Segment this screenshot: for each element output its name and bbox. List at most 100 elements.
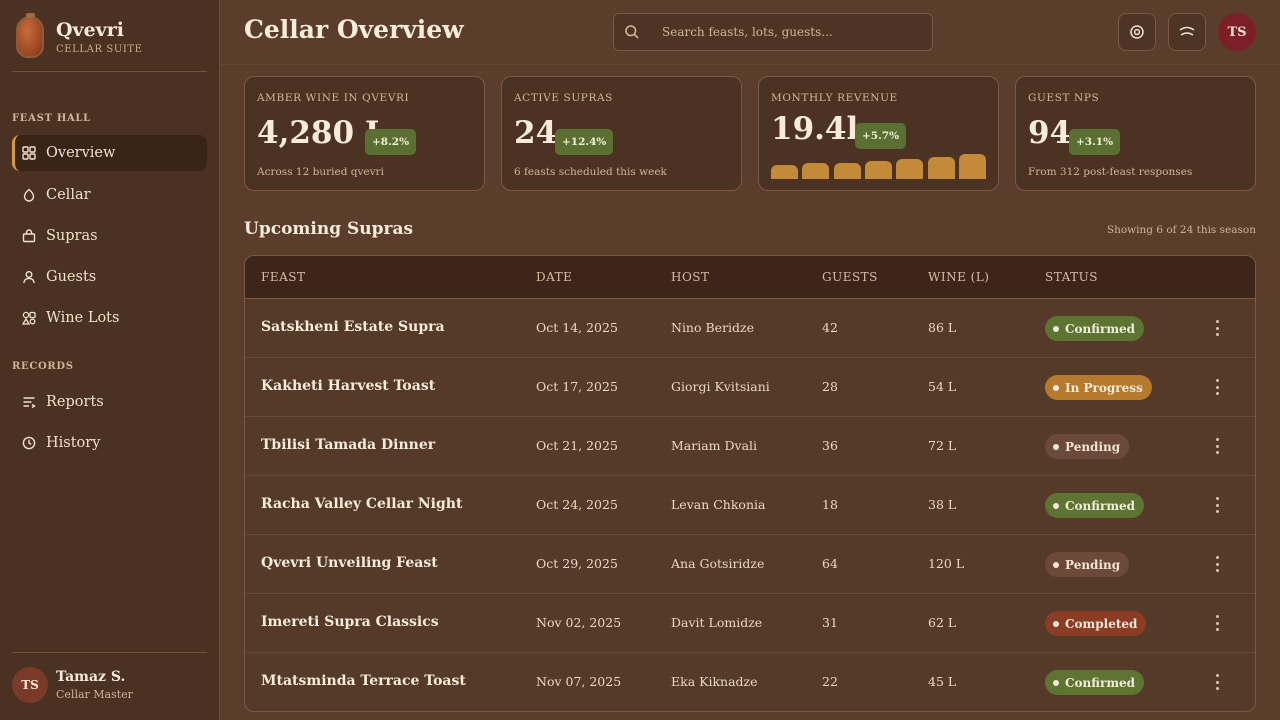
column-header-status[interactable]: STATUS [1045, 270, 1098, 284]
status-dot-icon [1053, 620, 1059, 627]
status-badge: Completed [1045, 611, 1147, 636]
table-row[interactable]: Mtatsminda Terrace Toast Nov 07, 2025 Eka … [245, 653, 1255, 711]
sidebar-item-reports[interactable]: Reports [12, 384, 207, 420]
avatar: TS [12, 667, 48, 703]
status-badge: In Progress [1045, 375, 1152, 400]
more-options-icon[interactable] [1212, 615, 1222, 631]
stat-label: ACTIVE SUPRAS [514, 92, 613, 104]
table-row[interactable]: Satskheni Estate Supra Oct 14, 2025 Nino B… [245, 299, 1255, 358]
clock-icon [22, 436, 36, 450]
more-options-icon[interactable] [1212, 556, 1222, 572]
status-label: Pending [1065, 557, 1121, 572]
sidebar-item-wine-lots[interactable]: Wine Lots [12, 300, 207, 336]
stat-note: Across 12 buried qvevri [257, 166, 384, 178]
table-row[interactable]: Imereti Supra Classics Nov 02, 2025 Davit … [245, 594, 1255, 653]
table-row[interactable]: Kakheti Harvest Toast Oct 17, 2025 Giorgi … [245, 358, 1255, 417]
stat-value: 24 [514, 115, 558, 151]
more-options-icon[interactable] [1212, 320, 1222, 336]
host-cell: Levan Chkonia [671, 497, 766, 512]
more-options-icon[interactable] [1212, 379, 1222, 395]
user-role: Cellar Master [56, 688, 133, 701]
sidebar-item-label: History [46, 435, 101, 451]
sidebar-item-cellar[interactable]: Cellar [12, 177, 207, 213]
guests-cell: 31 [822, 615, 838, 630]
sidebar-item-label: Overview [46, 145, 116, 161]
host-cell: Ana Gotsiridze [671, 556, 765, 571]
sidebar-item-label: Cellar [46, 187, 91, 203]
delta-badge: +5.7% [855, 123, 907, 149]
stat-card-active-supras[interactable]: ACTIVE SUPRAS 24 +12.4% 6 feasts schedul… [501, 76, 742, 191]
column-header-feast[interactable]: FEAST [261, 270, 305, 284]
more-options-icon[interactable] [1212, 438, 1222, 454]
date-cell: Nov 02, 2025 [536, 615, 622, 630]
table-row[interactable]: Racha Valley Cellar Night Oct 24, 2025 Lev… [245, 476, 1255, 535]
search-input[interactable] [662, 25, 912, 39]
qvevri-logo-icon [16, 13, 44, 58]
status-label: Confirmed [1065, 675, 1136, 690]
delta-badge: +3.1% [1069, 129, 1121, 155]
table-header: FEAST DATE HOST GUESTS WINE (L) STATUS [245, 256, 1255, 299]
user-profile[interactable]: TS Tamaz S. Cellar Master [12, 667, 133, 703]
sidebar-item-history[interactable]: History [12, 425, 207, 461]
table-row[interactable]: Qvevri Unveiling Feast Oct 29, 2025 Ana Go… [245, 535, 1255, 594]
delta-badge: +12.4% [555, 129, 614, 155]
status-label: Confirmed [1065, 321, 1136, 336]
notifications-button[interactable] [1168, 13, 1206, 51]
stat-card-monthly-revenue[interactable]: MONTHLY REVENUE 19.4k +5.7% [758, 76, 999, 191]
stat-note: 6 feasts scheduled this week [514, 166, 667, 178]
table-body: Satskheni Estate Supra Oct 14, 2025 Nino B… [245, 299, 1255, 711]
list-icon [22, 395, 36, 409]
sidebar-item-label: Reports [46, 394, 104, 410]
status-dot-icon [1053, 502, 1059, 509]
sidebar-item-label: Guests [46, 269, 97, 285]
search-bar[interactable] [613, 13, 933, 51]
column-header-guests[interactable]: GUESTS [822, 270, 878, 284]
divider [220, 64, 1280, 65]
host-cell: Eka Kiknadze [671, 674, 758, 689]
wave-icon [1179, 26, 1195, 36]
guests-cell: 42 [822, 320, 838, 335]
drop-icon [22, 188, 36, 202]
section-meta: Showing 6 of 24 this season [1106, 224, 1256, 236]
bag-icon [22, 229, 36, 243]
guests-cell: 36 [822, 438, 838, 453]
status-dot-icon [1053, 384, 1059, 391]
more-options-icon[interactable] [1212, 497, 1222, 513]
column-header-host[interactable]: HOST [671, 270, 710, 284]
avatar[interactable]: TS [1218, 13, 1256, 51]
trend-bar [927, 157, 955, 179]
nav-section-records: RECORDS [12, 361, 74, 372]
sidebar-item-overview[interactable]: Overview [12, 135, 207, 171]
status-badge: Pending [1045, 434, 1130, 459]
sidebar-item-label: Wine Lots [46, 310, 120, 326]
divider [12, 652, 207, 653]
settings-button[interactable] [1118, 13, 1156, 51]
grid-icon [22, 146, 36, 160]
stat-value: 19.4k [771, 111, 868, 147]
more-options-icon[interactable] [1212, 674, 1222, 690]
column-header-wine[interactable]: WINE (L) [928, 270, 989, 284]
stat-card-amber-wine[interactable]: AMBER WINE IN QVEVRI 4,280 L +8.2% Acros… [244, 76, 485, 191]
brand[interactable]: Qvevri CELLAR SUITE [16, 13, 143, 58]
status-badge: Confirmed [1045, 670, 1145, 695]
feast-cell: Mtatsminda Terrace Toast [261, 673, 466, 689]
wine-cell: 38 L [928, 497, 957, 512]
sidebar-item-label: Supras [46, 228, 98, 244]
status-badge: Confirmed [1045, 316, 1145, 341]
table-row[interactable]: Tbilisi Tamada Dinner Oct 21, 2025 Mariam … [245, 417, 1255, 476]
stat-card-guest-nps[interactable]: GUEST NPS 94 +3.1% From 312 post-feast r… [1015, 76, 1256, 191]
column-header-date[interactable]: DATE [536, 270, 572, 284]
feast-cell: Qvevri Unveiling Feast [261, 555, 438, 571]
host-cell: Davit Lomidze [671, 615, 763, 630]
sidebar-item-guests[interactable]: Guests [12, 259, 207, 295]
wine-cell: 54 L [928, 379, 957, 394]
status-label: In Progress [1065, 380, 1143, 395]
sidebar-item-supras[interactable]: Supras [12, 218, 207, 254]
status-badge: Pending [1045, 552, 1130, 577]
brand-name: Qvevri [56, 19, 124, 41]
stat-note: From 312 post-feast responses [1028, 166, 1193, 178]
status-dot-icon [1053, 561, 1059, 568]
wine-cell: 86 L [928, 320, 957, 335]
status-dot-icon [1053, 325, 1059, 332]
host-cell: Nino Beridze [671, 320, 755, 335]
